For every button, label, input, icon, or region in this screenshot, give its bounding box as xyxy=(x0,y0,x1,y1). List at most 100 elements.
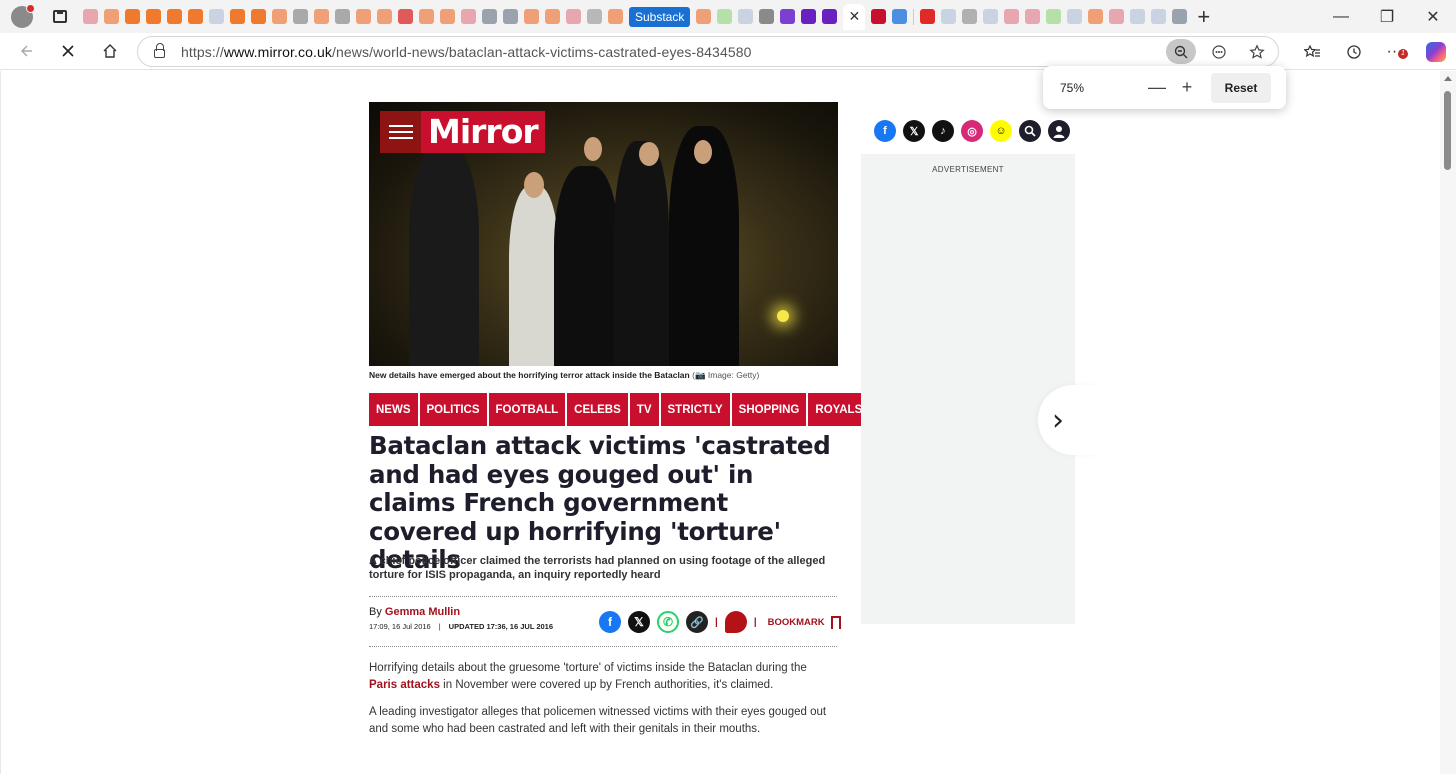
tab-favicon[interactable] xyxy=(314,9,329,24)
tab-favicon[interactable] xyxy=(892,9,908,24)
tab-favicon[interactable] xyxy=(1088,9,1104,24)
search-icon[interactable] xyxy=(1019,120,1041,142)
tab-favicon[interactable] xyxy=(83,9,98,24)
scroll-up-arrow[interactable] xyxy=(1444,76,1452,81)
section-link-shopping[interactable]: SHOPPING xyxy=(731,393,807,426)
minimize-button[interactable]: — xyxy=(1318,0,1364,33)
tab-favicon[interactable] xyxy=(1046,9,1062,24)
mirror-logo[interactable]: Mirror xyxy=(380,111,545,153)
tab-favicon[interactable] xyxy=(801,9,817,24)
active-tab-close-button[interactable]: ✕ xyxy=(843,3,866,30)
tab-favicon[interactable] xyxy=(104,9,119,24)
tab-substack[interactable]: Substack xyxy=(629,6,691,27)
snapchat-icon[interactable]: ☺ xyxy=(990,120,1012,142)
zoom-icon[interactable] xyxy=(1166,39,1196,64)
zoom-out-button[interactable]: — xyxy=(1142,77,1172,98)
tab-favicon[interactable] xyxy=(272,9,287,24)
x-icon[interactable]: 𝕏 xyxy=(628,611,650,633)
scrollbar-thumb[interactable] xyxy=(1444,91,1451,170)
facebook-icon[interactable]: f xyxy=(599,611,621,633)
tab-favicon[interactable] xyxy=(398,9,413,24)
tab-favicon[interactable] xyxy=(419,9,434,24)
section-link-football[interactable]: FOOTBALL xyxy=(488,393,566,426)
lock-icon[interactable] xyxy=(154,43,165,58)
tab-favicon[interactable] xyxy=(1130,9,1146,24)
page-scrollbar[interactable] xyxy=(1440,71,1456,774)
web-page[interactable]: Mirror New details have emerged about th… xyxy=(0,71,1440,774)
logo-wordmark[interactable]: Mirror xyxy=(421,111,545,153)
menu-icon[interactable] xyxy=(380,111,421,153)
home-icon[interactable] xyxy=(93,34,127,68)
facebook-icon[interactable]: f xyxy=(874,120,896,142)
tab-favicon[interactable] xyxy=(1067,9,1083,24)
tab-favicon[interactable] xyxy=(146,9,161,24)
section-link-politics[interactable]: POLITICS xyxy=(419,393,487,426)
account-icon[interactable] xyxy=(1048,120,1070,142)
tab-favicon[interactable] xyxy=(377,9,392,24)
tab-favicon[interactable] xyxy=(696,9,712,24)
tab-favicon[interactable] xyxy=(188,9,203,24)
profile-icon[interactable] xyxy=(11,3,35,28)
address-bar[interactable]: https://www.mirror.co.uk/news/world-news… xyxy=(137,36,1279,67)
tab-favicon[interactable] xyxy=(125,9,140,24)
tab-favicon[interactable] xyxy=(920,9,936,24)
tab-favicon[interactable] xyxy=(230,9,245,24)
favorites-icon[interactable] xyxy=(1292,33,1333,70)
link-icon[interactable]: 🔗 xyxy=(686,611,708,633)
zoom-reset-button[interactable]: Reset xyxy=(1211,72,1271,103)
tab-favicon[interactable] xyxy=(1151,9,1167,24)
hero-image[interactable]: Mirror xyxy=(369,102,838,366)
reading-icon[interactable] xyxy=(1204,39,1234,64)
tab-favicon[interactable] xyxy=(335,9,350,24)
copilot-icon[interactable] xyxy=(1415,33,1456,70)
tab-favicon[interactable] xyxy=(356,9,371,24)
tab-favicon[interactable] xyxy=(759,9,775,24)
tab-favicon[interactable] xyxy=(1109,9,1125,24)
tab-favicon[interactable] xyxy=(503,9,518,24)
instagram-icon[interactable]: ◎ xyxy=(961,120,983,142)
x-icon[interactable]: 𝕏 xyxy=(903,120,925,142)
section-link-tv[interactable]: TV xyxy=(629,393,659,426)
tab-favicon[interactable] xyxy=(822,9,838,24)
tab-favicon[interactable] xyxy=(1172,9,1188,24)
zoom-in-button[interactable]: + xyxy=(1172,77,1202,98)
tab-favicon[interactable] xyxy=(482,9,497,24)
tab-favicon[interactable] xyxy=(780,9,796,24)
tab-favicon[interactable] xyxy=(717,9,733,24)
bookmark-button[interactable]: BOOKMARK xyxy=(768,615,841,634)
close-window-button[interactable]: ✕ xyxy=(1410,0,1456,33)
tab-favicon[interactable] xyxy=(587,9,602,24)
tab-actions-icon[interactable] xyxy=(53,10,67,23)
comment-icon[interactable] xyxy=(724,611,747,633)
history-icon[interactable] xyxy=(1333,33,1374,70)
tab-favicon[interactable] xyxy=(608,9,623,24)
more-icon[interactable]: ··· 1 xyxy=(1374,33,1415,70)
url-text[interactable]: https://www.mirror.co.uk/news/world-news… xyxy=(181,44,752,60)
tab-favicon[interactable] xyxy=(251,9,266,24)
section-link-news[interactable]: NEWS xyxy=(369,393,418,426)
tab-favicon[interactable] xyxy=(167,9,182,24)
tab-favicon[interactable] xyxy=(461,9,476,24)
back-icon[interactable] xyxy=(9,34,43,68)
tiktok-icon[interactable]: ♪ xyxy=(932,120,954,142)
tab-favicon[interactable] xyxy=(545,9,560,24)
tab-favicon[interactable] xyxy=(1004,9,1020,24)
tab-favicon[interactable] xyxy=(293,9,308,24)
restore-button[interactable]: ❐ xyxy=(1364,0,1410,33)
section-link-celebs[interactable]: CELEBS xyxy=(567,393,628,426)
tab-favicon[interactable] xyxy=(962,9,978,24)
new-tab-button[interactable]: + xyxy=(1197,5,1210,27)
tab-favicon[interactable] xyxy=(738,9,754,24)
reload-stop-icon[interactable] xyxy=(51,34,85,68)
tab-favicon[interactable] xyxy=(440,9,455,24)
tab-favicon[interactable] xyxy=(209,9,224,24)
author-link[interactable]: Gemma Mullin xyxy=(385,606,460,618)
tab-favicon[interactable] xyxy=(871,9,887,24)
paris-attacks-link[interactable]: Paris attacks xyxy=(369,679,440,691)
favorite-icon[interactable] xyxy=(1242,39,1272,64)
tab-favicon[interactable] xyxy=(983,9,999,24)
tab-favicon[interactable] xyxy=(941,9,957,24)
tab-favicon[interactable] xyxy=(1025,9,1041,24)
tab-favicon[interactable] xyxy=(566,9,581,24)
whatsapp-icon[interactable]: ✆ xyxy=(657,611,679,633)
